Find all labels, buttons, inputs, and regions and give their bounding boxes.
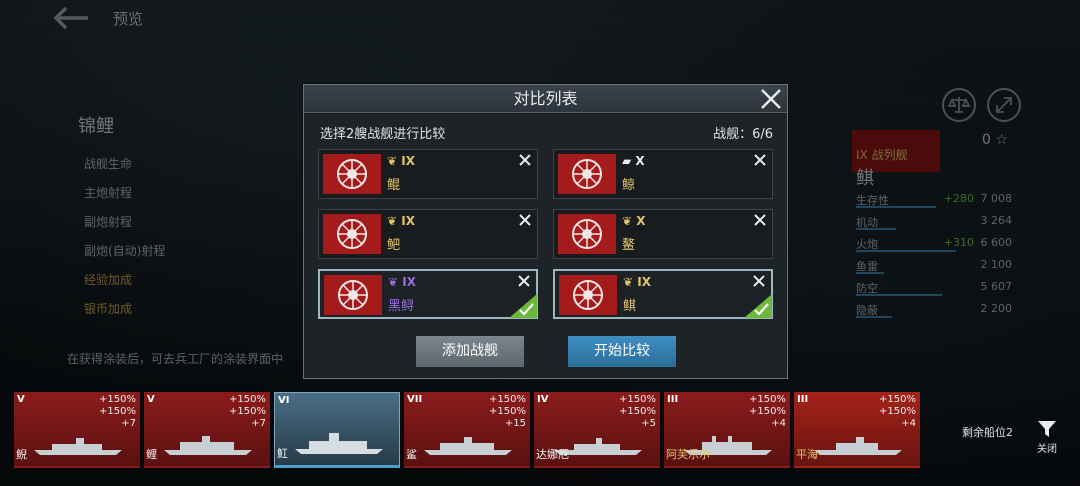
remove-icon[interactable] <box>518 153 532 167</box>
ship-tier: ▰ X <box>622 154 645 168</box>
bonus-value: +150% <box>489 406 526 417</box>
bonus-value: +150% <box>619 406 656 417</box>
flag-icon <box>559 275 617 315</box>
ship-tier: IV <box>537 394 549 405</box>
compare-ship-card[interactable]: ▰ X 鲸 <box>553 149 773 199</box>
bonus-value: +150% <box>879 406 916 417</box>
carousel-ship[interactable]: V +150% +150% +7 鲵 <box>14 392 140 468</box>
start-compare-button[interactable]: 开始比较 <box>568 336 676 367</box>
ship-name: 黑鲟 <box>388 299 415 314</box>
ship-model <box>164 436 252 455</box>
ship-model <box>814 437 902 455</box>
ship-tier-value: X <box>636 214 646 228</box>
compare-ship-card[interactable]: ❦ IX 鲲 <box>318 149 538 199</box>
ship-name: 鲲 <box>387 178 401 193</box>
compare-ship-card[interactable]: ❦ IX 鲃 <box>318 209 538 259</box>
remove-icon[interactable] <box>753 213 767 227</box>
bonus-value: +150% <box>99 406 136 417</box>
ship-name: 魟 <box>277 447 288 460</box>
dialog-subtitle: 选择2艘战舰进行比较 <box>320 127 446 142</box>
carousel-ship[interactable]: VII +150% +150% +15 鲨 <box>404 392 530 468</box>
ship-name: 鲵 <box>16 448 27 461</box>
filter-label[interactable]: 关闭 <box>1037 440 1057 455</box>
ship-tier-value: IX <box>637 275 651 289</box>
ship-tier: V <box>17 394 25 405</box>
ship-name: 阿芙乐尔 <box>666 448 710 461</box>
compare-ship-card[interactable]: ❦ X 鳌 <box>553 209 773 259</box>
bonus-list: +150% +150% +7 <box>99 394 136 430</box>
ship-name: 鲤 <box>146 448 157 461</box>
carousel-ship[interactable]: IV +150% +150% +5 达娜厄 <box>534 392 660 468</box>
bonus-value: +4 <box>901 418 916 429</box>
compare-ship-card-selected[interactable]: ❦ IX 鲯 <box>553 269 773 319</box>
bonus-value: +150% <box>99 394 136 405</box>
bonus-value: +150% <box>619 394 656 405</box>
ship-name: 达娜厄 <box>536 448 569 461</box>
dialog-title: 对比列表 <box>513 89 578 108</box>
flag-icon <box>324 275 382 315</box>
ship-tier: ❦ IX <box>387 214 415 228</box>
bonus-value: +150% <box>879 394 916 405</box>
ship-name: 平海 <box>796 448 818 461</box>
bonus-value: +150% <box>749 394 786 405</box>
ship-tier: ❦ IX <box>623 275 651 289</box>
check-icon <box>509 294 537 318</box>
flag-icon <box>323 214 381 254</box>
ship-name: 鲨 <box>406 448 417 461</box>
bonus-list: +150% +150% +7 <box>229 394 266 430</box>
bonus-value: +150% <box>229 406 266 417</box>
ship-tier: ❦ IX <box>388 275 416 289</box>
ship-tier: VII <box>407 394 423 405</box>
remove-icon[interactable] <box>518 213 532 227</box>
carousel-ship[interactable]: V +150% +150% +7 鲤 <box>144 392 270 468</box>
ship-tier-value: IX <box>401 154 415 168</box>
ship-tier: ❦ X <box>622 214 646 228</box>
add-ship-button[interactable]: 添加战舰 <box>416 336 524 367</box>
remove-icon[interactable] <box>753 153 767 167</box>
ship-tier: ❦ IX <box>387 154 415 168</box>
ship-model <box>34 438 122 455</box>
ship-name: 鲃 <box>387 238 401 253</box>
ship-name: 鳌 <box>622 238 636 253</box>
remaining-slots: 剩余船位2 <box>962 426 1013 439</box>
bonus-list: +150% +150% +4 <box>879 394 916 430</box>
bonus-value: +150% <box>229 394 266 405</box>
bonus-value: +15 <box>504 418 526 429</box>
bonus-value: +5 <box>641 418 656 429</box>
ship-tier: III <box>667 394 679 405</box>
remove-icon[interactable] <box>752 274 766 288</box>
flag-icon <box>558 214 616 254</box>
compare-ship-card-selected[interactable]: ❦ IX 黑鲟 <box>318 269 538 319</box>
bonus-value: +150% <box>489 394 526 405</box>
filter-icon[interactable] <box>1037 420 1057 438</box>
ship-tier: V <box>147 394 155 405</box>
ship-tier-value: IX <box>402 275 416 289</box>
ship-tier-value: IX <box>401 214 415 228</box>
bonus-value: +150% <box>749 406 786 417</box>
flag-icon <box>558 154 616 194</box>
bonus-list: +150% +150% +4 <box>749 394 786 430</box>
ship-model <box>424 437 512 455</box>
ship-name: 鲯 <box>623 299 637 314</box>
carousel-ship-active[interactable]: VI 魟 <box>274 392 400 468</box>
ship-count: 战舰：6/6 <box>713 127 773 142</box>
check-icon <box>744 294 772 318</box>
ship-model <box>295 433 383 454</box>
bonus-list: +150% +150% +15 <box>489 394 526 430</box>
bonus-value: +7 <box>251 418 266 429</box>
bonus-value: +4 <box>771 418 786 429</box>
flag-icon <box>323 154 381 194</box>
close-icon[interactable] <box>759 87 783 111</box>
bonus-value: +7 <box>121 418 136 429</box>
ship-tier: VI <box>278 395 290 406</box>
ship-tier-value: X <box>635 154 645 168</box>
compare-list-dialog: 对比列表 选择2艘战舰进行比较 战舰：6/6 ❦ IX 鲲 ▰ X 鲸 ❦ IX… <box>303 84 788 379</box>
dialog-header: 对比列表 <box>304 85 787 113</box>
carousel-ship[interactable]: III +150% +150% +4 阿芙乐尔 <box>664 392 790 468</box>
carousel-ship[interactable]: III +150% +150% +4 平海 <box>794 392 920 468</box>
ship-tier: III <box>797 394 809 405</box>
ship-name: 鲸 <box>622 178 636 193</box>
bonus-list: +150% +150% +5 <box>619 394 656 430</box>
remove-icon[interactable] <box>517 274 531 288</box>
